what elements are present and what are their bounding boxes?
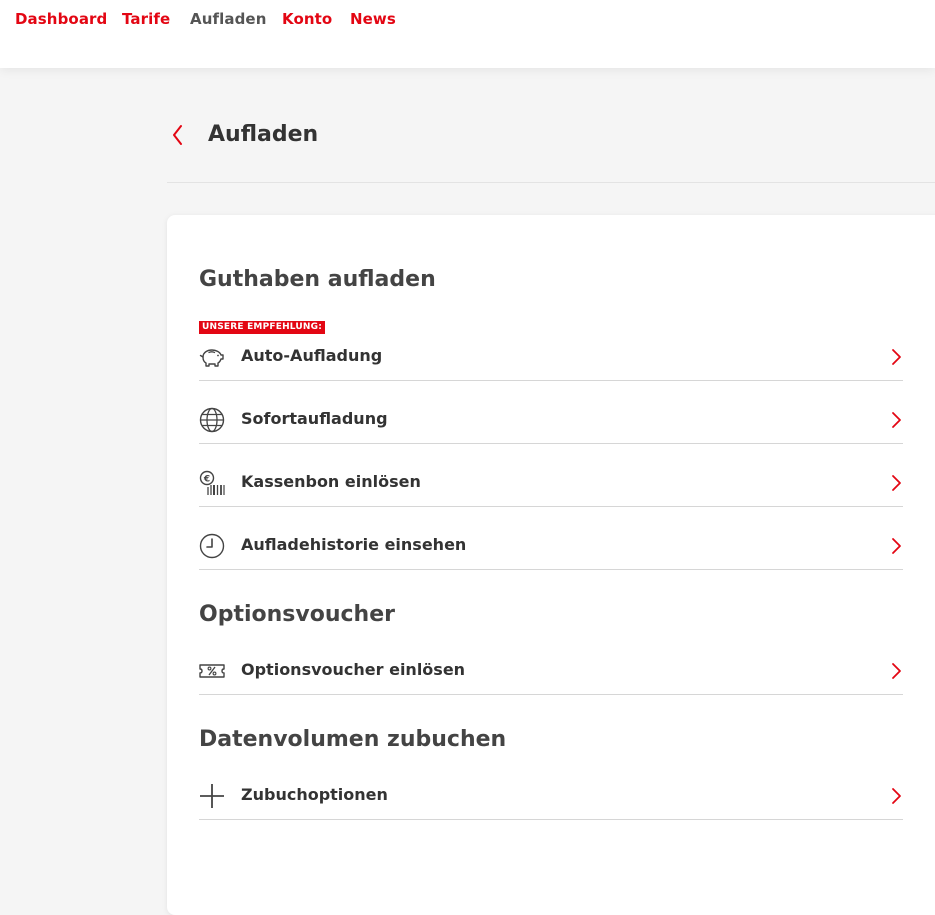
section-title-guthaben: Guthaben aufladen [199,267,436,292]
page-title: Aufladen [208,122,319,147]
voucher-percent-icon [199,658,225,684]
receipt-euro-icon: € [199,470,225,496]
section-title-datenvolumen: Datenvolumen zubuchen [199,727,507,752]
row-label: Optionsvoucher einlösen [241,660,466,679]
row-label: Auto-Aufladung [241,346,383,365]
row-label: Zubuchoptionen [241,785,388,804]
clock-icon [199,533,225,559]
chevron-left-icon [173,125,182,145]
nav-tarife[interactable]: Tarife [122,10,170,28]
row-zubuchoptionen[interactable]: Zubuchoptionen [199,776,903,820]
row-auto-aufladung[interactable]: Auto-Aufladung [199,337,903,381]
top-navigation: Dashboard Tarife Aufladen Konto News [0,0,935,68]
nav-dashboard[interactable]: Dashboard [15,10,107,28]
recommendation-badge: UNSERE EMPFEHLUNG: [199,321,326,334]
row-optionsvoucher[interactable]: Optionsvoucher einlösen [199,651,903,695]
row-sofortaufladung[interactable]: Sofortaufladung [199,400,903,444]
back-button[interactable] [167,121,191,149]
nav-konto[interactable]: Konto [282,10,332,28]
globe-icon [199,407,225,433]
piggy-bank-icon [199,344,225,370]
row-label: Sofortaufladung [241,409,388,428]
chevron-right-icon [889,786,903,806]
chevron-right-icon [889,473,903,493]
row-aufladehistorie[interactable]: Aufladehistorie einsehen [199,526,903,570]
chevron-right-icon [889,410,903,430]
svg-text:€: € [203,475,210,485]
chevron-right-icon [889,347,903,367]
chevron-right-icon [889,536,903,556]
row-label: Aufladehistorie einsehen [241,535,467,554]
topup-card: Guthaben aufladen UNSERE EMPFEHLUNG: Aut… [167,215,935,915]
nav-news[interactable]: News [350,10,396,28]
row-kassenbon[interactable]: € Kassenbon einlösen [199,463,903,507]
nav-aufladen[interactable]: Aufladen [190,10,266,28]
page-header: Aufladen [167,110,935,183]
chevron-right-icon [889,661,903,681]
plus-icon [199,783,225,809]
row-label: Kassenbon einlösen [241,472,421,491]
section-title-optionsvoucher: Optionsvoucher [199,602,395,627]
